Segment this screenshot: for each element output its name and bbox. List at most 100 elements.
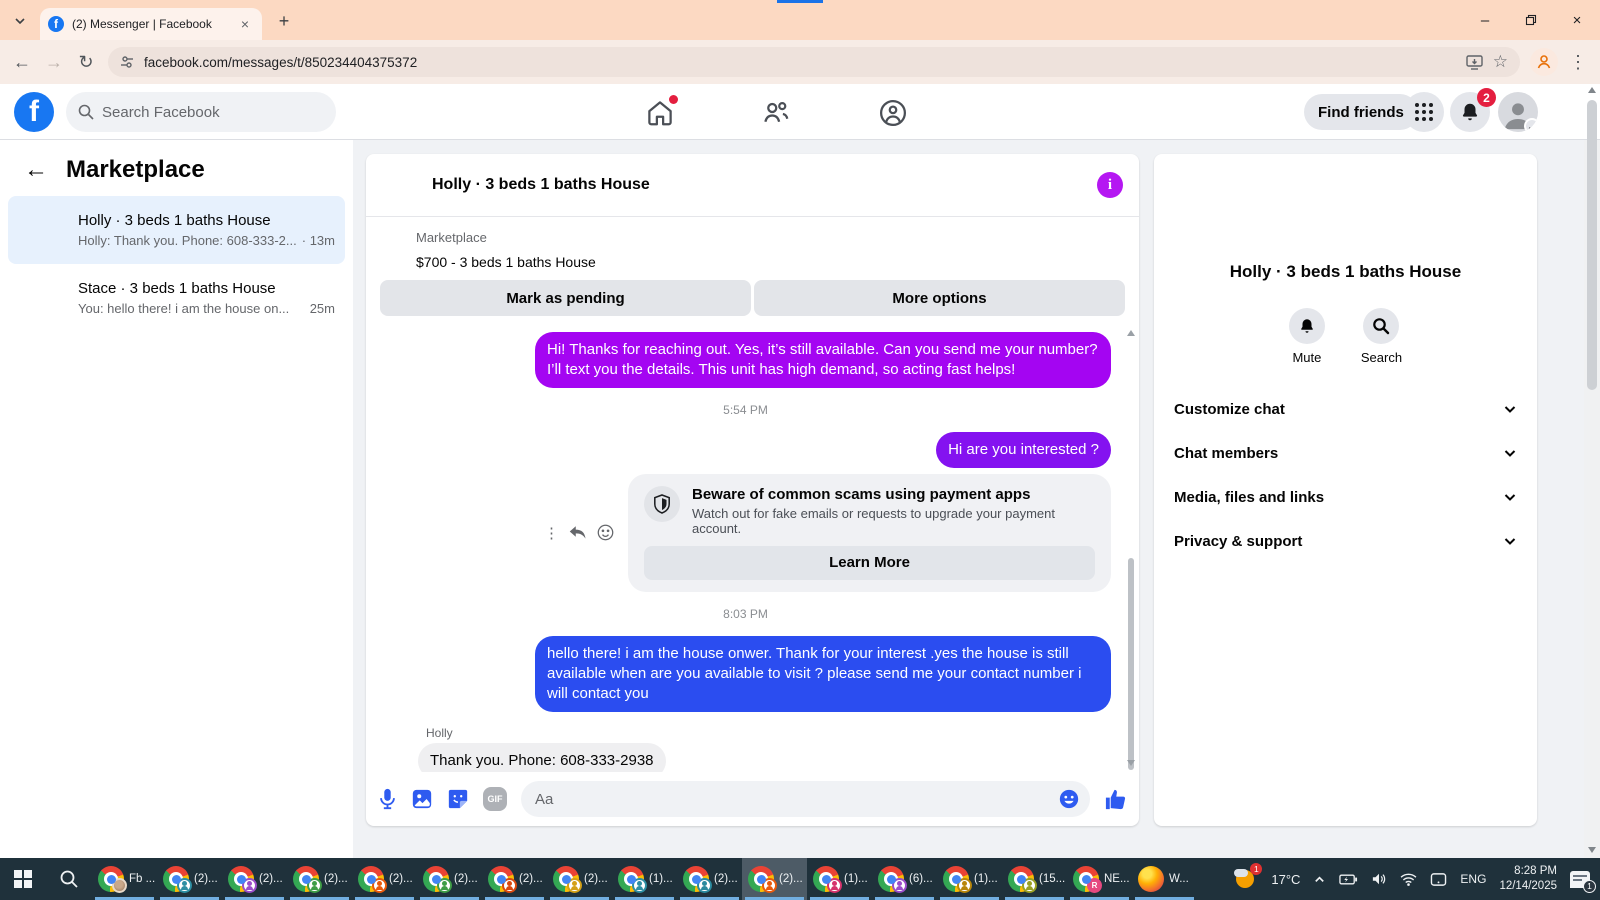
thumbs-up-icon[interactable] <box>1104 788 1127 811</box>
conversation-time: 25m <box>309 301 335 316</box>
close-button[interactable]: × <box>1554 0 1600 40</box>
taskbar-app-button[interactable]: (2)... <box>677 858 742 900</box>
tray-time: 8:28 PM <box>1514 865 1557 878</box>
new-tab-button[interactable]: + <box>272 9 296 33</box>
url-text[interactable]: facebook.com/messages/t/850234404375372 <box>144 55 1456 70</box>
clock-widget[interactable]: 8:28 PM 12/14/2025 <box>1499 864 1557 894</box>
weather-widget[interactable]: 1 <box>1234 863 1263 891</box>
tab-search-chevron-icon[interactable] <box>8 9 32 33</box>
taskbar-app-button[interactable]: (2)... <box>417 858 482 900</box>
sender-name-label: Holly <box>426 725 453 740</box>
emoji-picker-icon[interactable] <box>1058 788 1080 810</box>
sidebar-back-icon[interactable]: ← <box>24 156 48 184</box>
gif-icon[interactable]: GIF <box>483 787 507 811</box>
taskbar-app-button[interactable]: (2)... <box>352 858 417 900</box>
page-content: ← Marketplace Holly · 3 beds 1 baths Hou… <box>0 87 1600 858</box>
restore-button[interactable] <box>1508 0 1554 40</box>
conversation-item-stace[interactable]: Stace · 3 beds 1 baths House You: hello … <box>8 264 345 332</box>
taskbar-app-label: (6)... <box>909 873 933 885</box>
address-bar[interactable]: facebook.com/messages/t/850234404375372 … <box>108 47 1520 77</box>
scroll-up-arrow-icon[interactable] <box>1127 330 1135 336</box>
page-scrollbar-thumb[interactable] <box>1587 100 1597 390</box>
message-input[interactable] <box>535 790 1058 808</box>
mark-as-pending-button[interactable]: Mark as pending <box>380 280 751 316</box>
back-button[interactable]: ← <box>6 46 38 78</box>
tab-close-icon[interactable]: × <box>236 15 254 33</box>
scroll-down-arrow-icon[interactable] <box>1127 760 1135 766</box>
learn-more-button[interactable]: Learn More <box>644 545 1095 580</box>
apps-menu-button[interactable] <box>1404 92 1444 132</box>
mute-button[interactable]: Mute <box>1288 308 1325 365</box>
notifications-button[interactable]: 2 <box>1450 88 1496 132</box>
message-input-pill[interactable] <box>521 781 1090 817</box>
battery-icon[interactable] <box>1339 873 1358 886</box>
scroll-up-arrow-icon[interactable] <box>1588 87 1596 93</box>
browser-menu-icon[interactable]: ⋮ <box>1562 46 1594 78</box>
chat-avatar[interactable] <box>382 166 420 204</box>
touch-keyboard-icon[interactable] <box>1430 872 1447 887</box>
page-scrollbar[interactable] <box>1584 87 1600 858</box>
taskbar-app-button[interactable]: (2)... <box>287 858 352 900</box>
conversation-preview: Holly: Thank you. Phone: 608-333-2... <box>78 233 296 248</box>
taskbar-app-button[interactable]: (2)... <box>222 858 287 900</box>
facebook-search[interactable] <box>66 92 336 132</box>
taskbar-app-button[interactable]: (1)... <box>612 858 677 900</box>
search-input[interactable] <box>102 103 302 121</box>
profile-avatar[interactable] <box>1498 92 1538 132</box>
outgoing-message: Hi are you interested ? <box>936 431 1111 468</box>
facebook-logo-icon[interactable]: f <box>14 92 54 132</box>
sticker-icon[interactable] <box>447 788 469 810</box>
section-chat-members[interactable]: Chat members <box>1170 431 1521 475</box>
voice-clip-icon[interactable] <box>378 788 397 810</box>
tray-expand-chevron-icon[interactable] <box>1313 873 1326 886</box>
browser-profile-avatar[interactable] <box>1530 48 1558 76</box>
taskbar-app-button[interactable]: (2)... <box>742 858 807 900</box>
site-info-icon[interactable] <box>120 55 134 69</box>
section-privacy-support[interactable]: Privacy & support <box>1170 519 1521 563</box>
volume-icon[interactable] <box>1371 872 1387 886</box>
bookmark-star-icon[interactable]: ☆ <box>1493 52 1508 72</box>
chat-scrollbar-thumb[interactable] <box>1128 558 1134 770</box>
taskbar-app-button[interactable]: (6)... <box>872 858 937 900</box>
taskbar-search-button[interactable] <box>46 858 92 900</box>
scroll-down-arrow-icon[interactable] <box>1588 847 1596 853</box>
taskbar-app-label: NE... <box>1104 873 1130 885</box>
browser-tab[interactable]: f (2) Messenger | Facebook × <box>40 8 262 40</box>
search-in-conversation-button[interactable]: Search <box>1361 308 1402 365</box>
conversation-item-holly[interactable]: Holly · 3 beds 1 baths House Holly: Than… <box>8 196 345 264</box>
taskbar-app-button[interactable]: R NE... <box>1067 858 1132 900</box>
more-options-button[interactable]: More options <box>754 280 1125 316</box>
taskbar-app-button[interactable]: (1)... <box>807 858 872 900</box>
taskbar-app-button[interactable]: (15... <box>1002 858 1067 900</box>
attach-photo-icon[interactable] <box>411 788 433 810</box>
section-customize-chat[interactable]: Customize chat <box>1170 387 1521 431</box>
taskbar-app-button[interactable]: (2)... <box>482 858 547 900</box>
reply-icon[interactable] <box>569 525 587 541</box>
home-tab[interactable] <box>645 95 678 128</box>
friends-tab[interactable] <box>761 98 791 128</box>
marketplace-label: Marketplace <box>416 229 487 245</box>
minimize-button[interactable]: – <box>1462 0 1508 40</box>
language-indicator[interactable]: ENG <box>1460 872 1486 886</box>
find-friends-button[interactable]: Find friends <box>1304 94 1418 130</box>
taskbar-app-button[interactable]: W... <box>1132 858 1197 900</box>
groups-tab[interactable] <box>878 98 908 128</box>
search-icon <box>60 870 78 888</box>
install-app-icon[interactable] <box>1466 54 1483 70</box>
start-button[interactable] <box>0 858 46 900</box>
react-emoji-icon[interactable] <box>597 524 614 541</box>
chat-title[interactable]: Holly · 3 beds 1 baths House <box>432 176 1085 194</box>
conversation-title: Holly · 3 beds 1 baths House <box>78 212 271 229</box>
temperature-label[interactable]: 17°C <box>1271 872 1300 887</box>
taskbar-app-button[interactable]: Fb ... <box>92 858 157 900</box>
chat-scrollbar[interactable] <box>1126 330 1136 770</box>
conversation-info-icon[interactable]: i <box>1097 172 1123 198</box>
message-menu-icon[interactable]: ⋮ <box>544 524 559 542</box>
section-media-files-links[interactable]: Media, files and links <box>1170 475 1521 519</box>
notification-center-icon[interactable]: 1 <box>1570 870 1596 893</box>
taskbar-app-button[interactable]: (2)... <box>157 858 222 900</box>
reload-button[interactable]: ↻ <box>70 46 102 78</box>
taskbar-app-button[interactable]: (2)... <box>547 858 612 900</box>
taskbar-app-button[interactable]: (1)... <box>937 858 1002 900</box>
wifi-icon[interactable] <box>1400 873 1417 886</box>
